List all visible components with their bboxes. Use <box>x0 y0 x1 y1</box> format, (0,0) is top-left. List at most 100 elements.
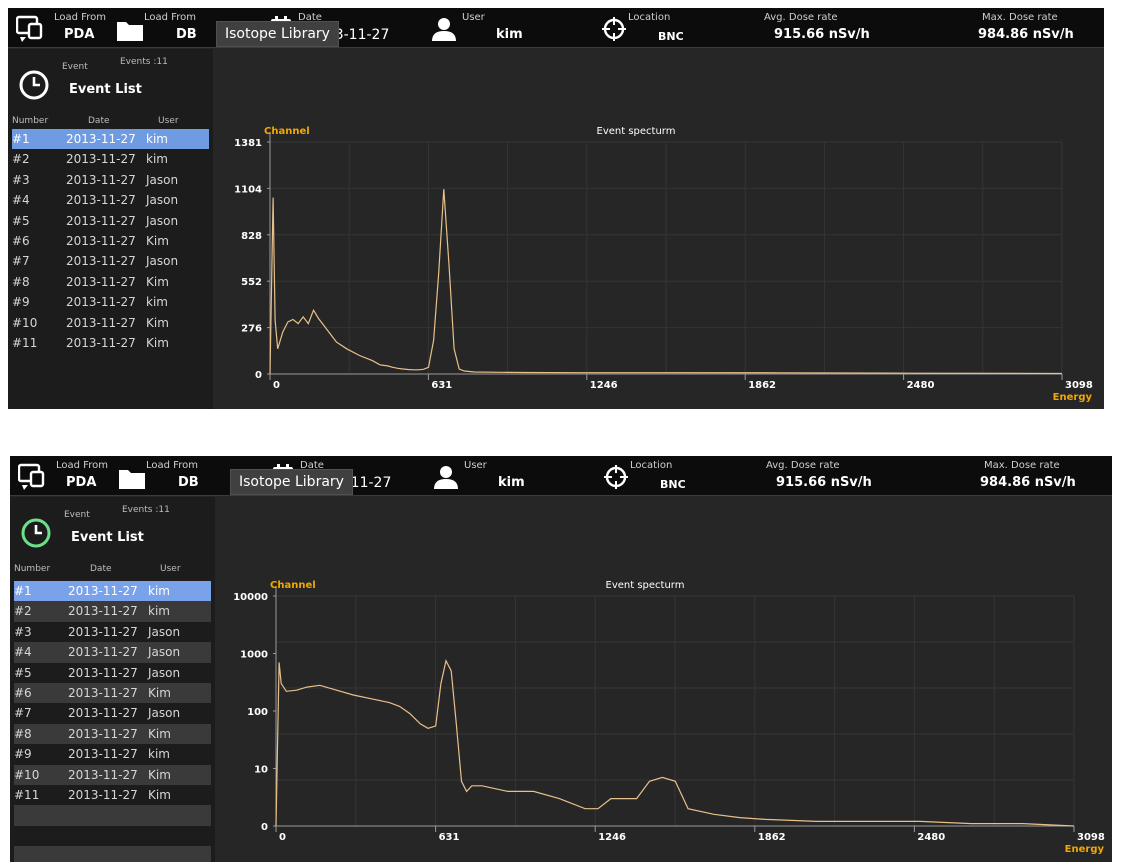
user-label: User <box>464 460 487 471</box>
event-row[interactable]: #8 2013-11-27 Kim <box>14 723 211 745</box>
event-sidebar: Event Events :11 Event List Number Date … <box>8 49 213 409</box>
events-count: Events :11 <box>122 505 170 515</box>
event-row[interactable]: #7 2013-11-27 Jason <box>14 703 211 723</box>
event-row[interactable]: #6 2013-11-27 Kim <box>12 231 209 251</box>
event-user: Jason <box>146 254 179 269</box>
event-small-label: Event <box>62 62 88 72</box>
max-dose-display: Max. Dose rate 984.86 nSv/h <box>970 8 1100 48</box>
event-date: 2013-11-27 <box>68 584 138 598</box>
event-list-header: Event Events :11 Event List <box>10 497 215 559</box>
y-tick-label: 1381 <box>234 138 262 149</box>
avg-dose-label: Avg. Dose rate <box>764 12 838 23</box>
event-date: 2013-11-27 <box>68 685 138 700</box>
event-user: Jason <box>146 193 179 208</box>
event-number: #3 <box>14 624 32 639</box>
event-row[interactable]: #4 2013-11-27 Jason <box>12 190 209 210</box>
event-row[interactable]: #4 2013-11-27 Jason <box>14 642 211 663</box>
event-row[interactable]: #2 2013-11-27 kim <box>12 149 209 169</box>
event-row[interactable]: #3 2013-11-27 Jason <box>14 622 211 642</box>
event-number: #11 <box>12 335 38 350</box>
column-header-user[interactable]: User <box>158 116 179 126</box>
location-display: Location BNC <box>600 456 730 496</box>
spectrum-panel-linear: Load From PDA Load From DB 17 Date 2013-… <box>8 8 1104 409</box>
user-display: User kim <box>428 8 528 48</box>
event-number: #6 <box>12 233 30 248</box>
event-row[interactable]: #9 2013-11-27 kim <box>14 744 211 764</box>
load-pda-small-label: Load From <box>54 12 106 23</box>
event-row[interactable]: #10 2013-11-27 Kim <box>12 313 209 333</box>
pda-device-icon <box>16 15 43 42</box>
event-user: Kim <box>146 233 169 248</box>
folder-icon <box>119 470 145 489</box>
event-number: #8 <box>14 726 32 741</box>
event-row[interactable]: #10 2013-11-27 Kim <box>14 764 211 785</box>
event-number: #10 <box>12 315 38 330</box>
event-row[interactable]: #5 2013-11-27 Jason <box>14 663 211 683</box>
avg-dose-label: Avg. Dose rate <box>766 460 840 471</box>
event-date: 2013-11-27 <box>68 624 138 639</box>
event-row[interactable]: #6 2013-11-27 Kim <box>14 682 211 704</box>
empty-row <box>14 826 211 846</box>
y-tick-label: 10 <box>254 765 268 776</box>
event-row[interactable]: #11 2013-11-27 Kim <box>14 785 211 805</box>
event-user: Jason <box>148 624 181 639</box>
y-tick-label: 0 <box>261 822 268 833</box>
event-row[interactable]: #11 2013-11-27 Kim <box>12 333 209 353</box>
pda-device-icon <box>18 463 45 490</box>
event-date: 2013-11-27 <box>68 767 138 782</box>
toolbar: Load From PDA Load From DB 17 Date 2013-… <box>10 456 1112 496</box>
column-header-number[interactable]: Number <box>14 564 50 574</box>
column-header-number[interactable]: Number <box>12 116 48 126</box>
event-row[interactable]: #8 2013-11-27 Kim <box>12 272 209 292</box>
event-spectrum-chart: 0 10 100 1000 10000 0 631 1246 1862 2480 3098 Chann… <box>228 568 1110 862</box>
event-row[interactable]: #9 2013-11-27 kim <box>12 292 209 312</box>
event-row[interactable]: #2 2013-11-27 kim <box>14 601 211 622</box>
load-from-pda-button[interactable]: Load From PDA <box>10 456 118 496</box>
toolbar: Load From PDA Load From DB 17 Date 2013-… <box>8 8 1104 48</box>
load-from-db-button[interactable]: Load From DB <box>116 8 212 48</box>
event-list-title: Event List <box>71 530 144 545</box>
y-tick-label: 552 <box>241 277 262 288</box>
spectrum-plot: 0 10 100 1000 10000 0 631 1246 1862 2480 3098 Chann… <box>233 580 1105 855</box>
event-date: 2013-11-27 <box>66 193 136 208</box>
load-db-label: DB <box>178 475 199 490</box>
y-axis-label: Channel <box>264 126 310 137</box>
event-number: #9 <box>12 295 30 310</box>
event-user: Jason <box>148 665 181 680</box>
clock-icon <box>21 518 51 548</box>
folder-icon <box>117 22 143 41</box>
column-header-date[interactable]: Date <box>88 116 110 126</box>
max-dose-label: Max. Dose rate <box>984 460 1060 471</box>
event-spectrum-chart: 0 276 552 828 1104 1381 0 631 1246 1862 2480 3098 Ch… <box>220 118 1098 408</box>
event-date: 2013-11-27 <box>66 152 136 167</box>
event-row[interactable]: #1 2013-11-27 kim <box>12 129 209 150</box>
column-header-date[interactable]: Date <box>90 564 112 574</box>
load-from-db-button[interactable]: Load From DB <box>118 456 214 496</box>
event-row[interactable]: #5 2013-11-27 Jason <box>12 211 209 231</box>
event-date: 2013-11-27 <box>68 665 138 680</box>
location-value: BNC <box>658 30 684 43</box>
y-axis-label: Channel <box>270 580 316 591</box>
event-row[interactable]: #3 2013-11-27 Jason <box>12 170 209 190</box>
events-count: Events :11 <box>120 57 168 67</box>
x-tick-label: 2480 <box>917 832 945 843</box>
event-row[interactable]: #1 2013-11-27 kim <box>14 581 211 602</box>
event-user: Jason <box>148 645 181 660</box>
x-axis-label: Energy <box>1065 844 1105 855</box>
x-tick-label: 1862 <box>758 832 786 843</box>
x-tick-label: 0 <box>273 380 280 391</box>
load-db-small-label: Load From <box>146 460 198 471</box>
event-row[interactable]: #7 2013-11-27 Jason <box>12 251 209 271</box>
user-icon <box>434 466 458 489</box>
isotope-library-button[interactable]: Isotope Library <box>216 21 339 47</box>
isotope-library-button[interactable]: Isotope Library <box>230 469 353 495</box>
event-number: #10 <box>14 767 40 782</box>
load-from-pda-button[interactable]: Load From PDA <box>8 8 116 48</box>
column-header-user[interactable]: User <box>160 564 181 574</box>
load-pda-label: PDA <box>64 27 95 42</box>
avg-dose-value: 915.66 nSv/h <box>776 475 872 490</box>
spectrum-panel-log: Load From PDA Load From DB 17 Date 2013-… <box>10 456 1112 862</box>
event-date: 2013-11-27 <box>68 604 138 619</box>
event-list: #1 2013-11-27 kim #2 2013-11-27 kim #3 2013-11-… <box>14 581 211 862</box>
event-user: kim <box>148 584 170 598</box>
